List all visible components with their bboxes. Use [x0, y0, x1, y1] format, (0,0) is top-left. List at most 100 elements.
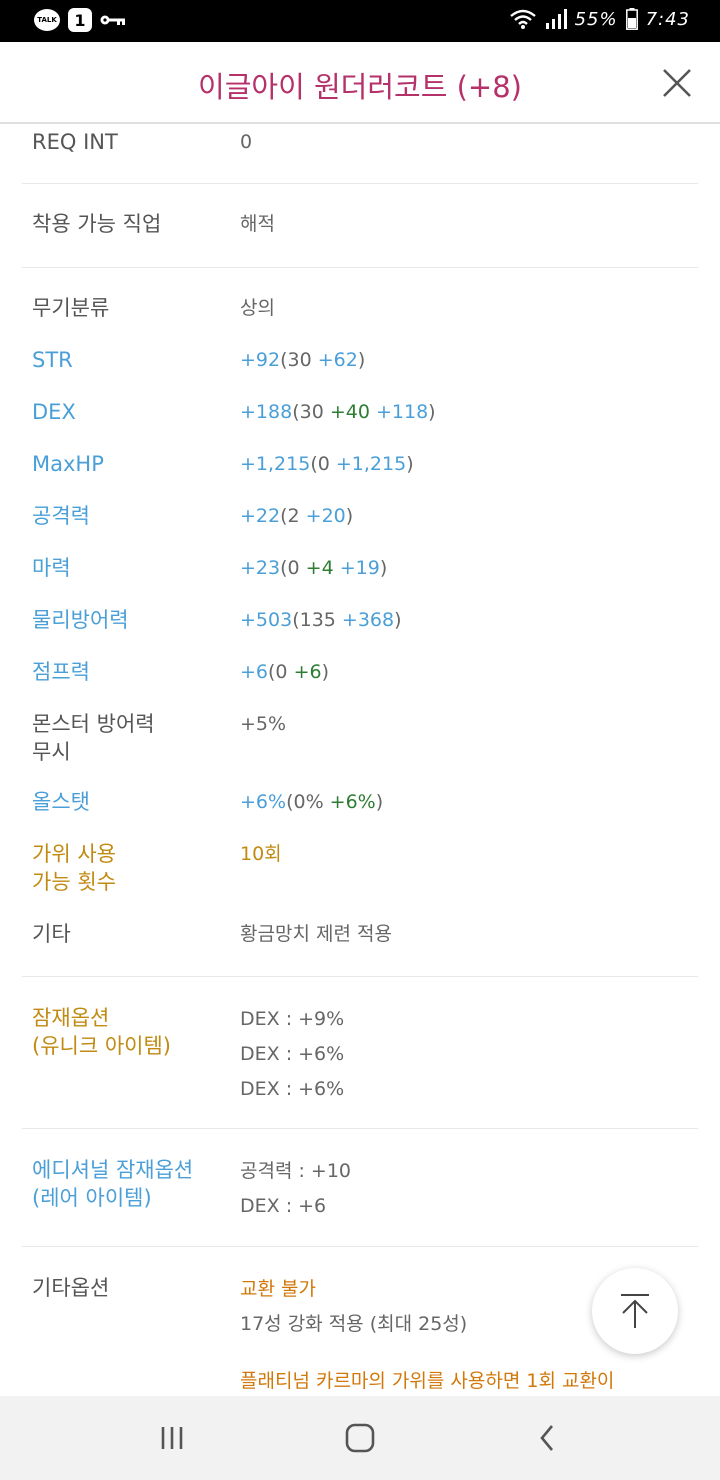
stat-label: 점프력 [32, 660, 90, 684]
stat-starforce: +62 [317, 349, 358, 371]
stat-label: 에디셔널 잠재옵션 (레어 아이템) [32, 1156, 232, 1212]
item-detail-header: 이글아이 원더러코트 (+8) [0, 42, 720, 124]
stat-close: ) [321, 661, 329, 683]
stat-base: (0% [286, 791, 330, 813]
stat-base: (2 [280, 505, 306, 527]
stat-label-line: 몬스터 방어력 [32, 712, 155, 736]
stat-value: 황금망치 제련 적용 [240, 923, 392, 945]
stat-label: 무기분류 [32, 296, 110, 320]
stat-close: ) [357, 349, 366, 371]
stat-total: +22 [240, 505, 281, 527]
stat-value: +23(0 +4 +19) [240, 554, 700, 582]
home-button[interactable] [340, 1420, 380, 1456]
stat-label: MaxHP [32, 452, 104, 476]
stat-total: +6% [240, 791, 287, 813]
notification-badge: 1 [68, 8, 92, 32]
back-icon [540, 1425, 553, 1451]
system-navigation-bar [0, 1396, 720, 1480]
stat-value: 공격력 : +10 DEX : +6 [240, 1154, 700, 1224]
stat-total: +188 [240, 401, 293, 423]
stat-label: 기타 [32, 922, 71, 946]
stat-close: ) [375, 791, 384, 813]
stat-label: 마력 [32, 556, 71, 580]
stat-label: REQ INT [32, 130, 118, 154]
clock: 7:43 [645, 8, 690, 30]
stat-value: 10회 [240, 843, 282, 865]
stat-base: (0 [280, 557, 306, 579]
stat-value: +6%(0% +6%) [240, 788, 700, 816]
home-icon [345, 1423, 375, 1453]
stat-base: (30 [292, 401, 330, 423]
stat-value: +22(2 +20) [240, 502, 700, 530]
stat-value: 0 [240, 131, 253, 153]
stat-label: 물리방어력 [32, 608, 129, 632]
kakaotalk-icon: TALK [34, 9, 60, 31]
stat-label: 가위 사용가능 횟수 [32, 840, 232, 896]
stat-value: +92(30 +62) [240, 346, 700, 374]
signal-icon [545, 9, 567, 29]
divider [22, 1128, 698, 1129]
arrow-up-icon [621, 1294, 649, 1328]
stat-base: (135 [292, 609, 342, 631]
stat-base: (0 [310, 453, 336, 475]
stat-label-line: 무시 [32, 740, 71, 764]
potential-line: DEX : +6% [240, 1078, 345, 1100]
stat-label: STR [32, 348, 73, 372]
stat-close: ) [345, 505, 354, 527]
item-detail-content: REQ INT 0 착용 가능 직업 해적 무기분류 상의 STR +92(30… [0, 124, 720, 1396]
stat-close: ) [379, 557, 388, 579]
stat-label-line: 가위 사용 [32, 842, 116, 866]
stat-value: 해적 [240, 213, 275, 235]
stat-total: +6 [240, 661, 269, 683]
stat-label: 몬스터 방어력무시 [32, 710, 232, 766]
stat-total: +503 [240, 609, 293, 631]
stat-label: 공격력 [32, 504, 90, 528]
stat-flame: +40 [329, 401, 370, 423]
stat-value: +5% [240, 713, 287, 735]
divider [22, 976, 698, 977]
recents-icon [161, 1427, 183, 1449]
stat-close: ) [428, 401, 436, 423]
stat-value: +1,215(0 +1,215) [240, 450, 700, 478]
stat-starforce: +19 [333, 557, 380, 579]
stat-label: 기타옵션 [32, 1276, 110, 1300]
stat-label-line: 잠재옵션 [32, 1006, 110, 1030]
potential-line: DEX : +9% [240, 1008, 345, 1030]
battery-icon [625, 8, 638, 30]
back-button[interactable] [528, 1420, 568, 1456]
stat-starforce: +20 [305, 505, 346, 527]
stat-base: (0 [268, 661, 294, 683]
divider [22, 1246, 698, 1247]
stat-label: 올스탯 [32, 790, 90, 814]
status-bar: TALK 1 55% 7:43 [0, 0, 720, 42]
stat-value: +503(135 +368) [240, 606, 700, 634]
stat-label-line: (레어 아이템) [32, 1186, 152, 1210]
stat-base: (30 [280, 349, 318, 371]
stat-close: ) [394, 609, 402, 631]
stat-starforce: +368 [341, 609, 395, 631]
stat-label: DEX [32, 400, 76, 424]
stat-label-line: 가능 횟수 [32, 870, 116, 894]
scroll-to-top-button[interactable] [592, 1268, 678, 1354]
stat-starforce: +1,215 [335, 453, 407, 475]
stat-label-line: (유니크 아이템) [32, 1034, 171, 1058]
stat-value: +6(0 +6) [240, 658, 700, 686]
stat-value: +188(30 +40 +118) [240, 398, 700, 426]
close-icon[interactable] [660, 66, 694, 100]
stat-value: DEX : +9% DEX : +6% DEX : +6% [240, 1002, 700, 1107]
stat-value: 상의 [240, 297, 275, 319]
stat-label-line: 에디셔널 잠재옵션 [32, 1158, 194, 1182]
stat-flame: +4 [305, 557, 334, 579]
divider [22, 267, 698, 268]
stat-label: 잠재옵션 (유니크 아이템) [32, 1004, 232, 1060]
stat-label: 착용 가능 직업 [32, 212, 162, 236]
page-title: 이글아이 원더러코트 (+8) [198, 70, 522, 104]
platinum-scissors-info: 플래티넘 카르마의 가위를 사용하면 1회 교환이 [240, 1370, 615, 1392]
potential-line: DEX : +6% [240, 1043, 345, 1065]
divider [22, 183, 698, 184]
stat-flame: +6 [293, 661, 322, 683]
key-icon [100, 15, 125, 25]
recents-button[interactable] [152, 1420, 192, 1456]
battery-percent: 55% [574, 8, 618, 30]
stat-total: +92 [240, 349, 281, 371]
